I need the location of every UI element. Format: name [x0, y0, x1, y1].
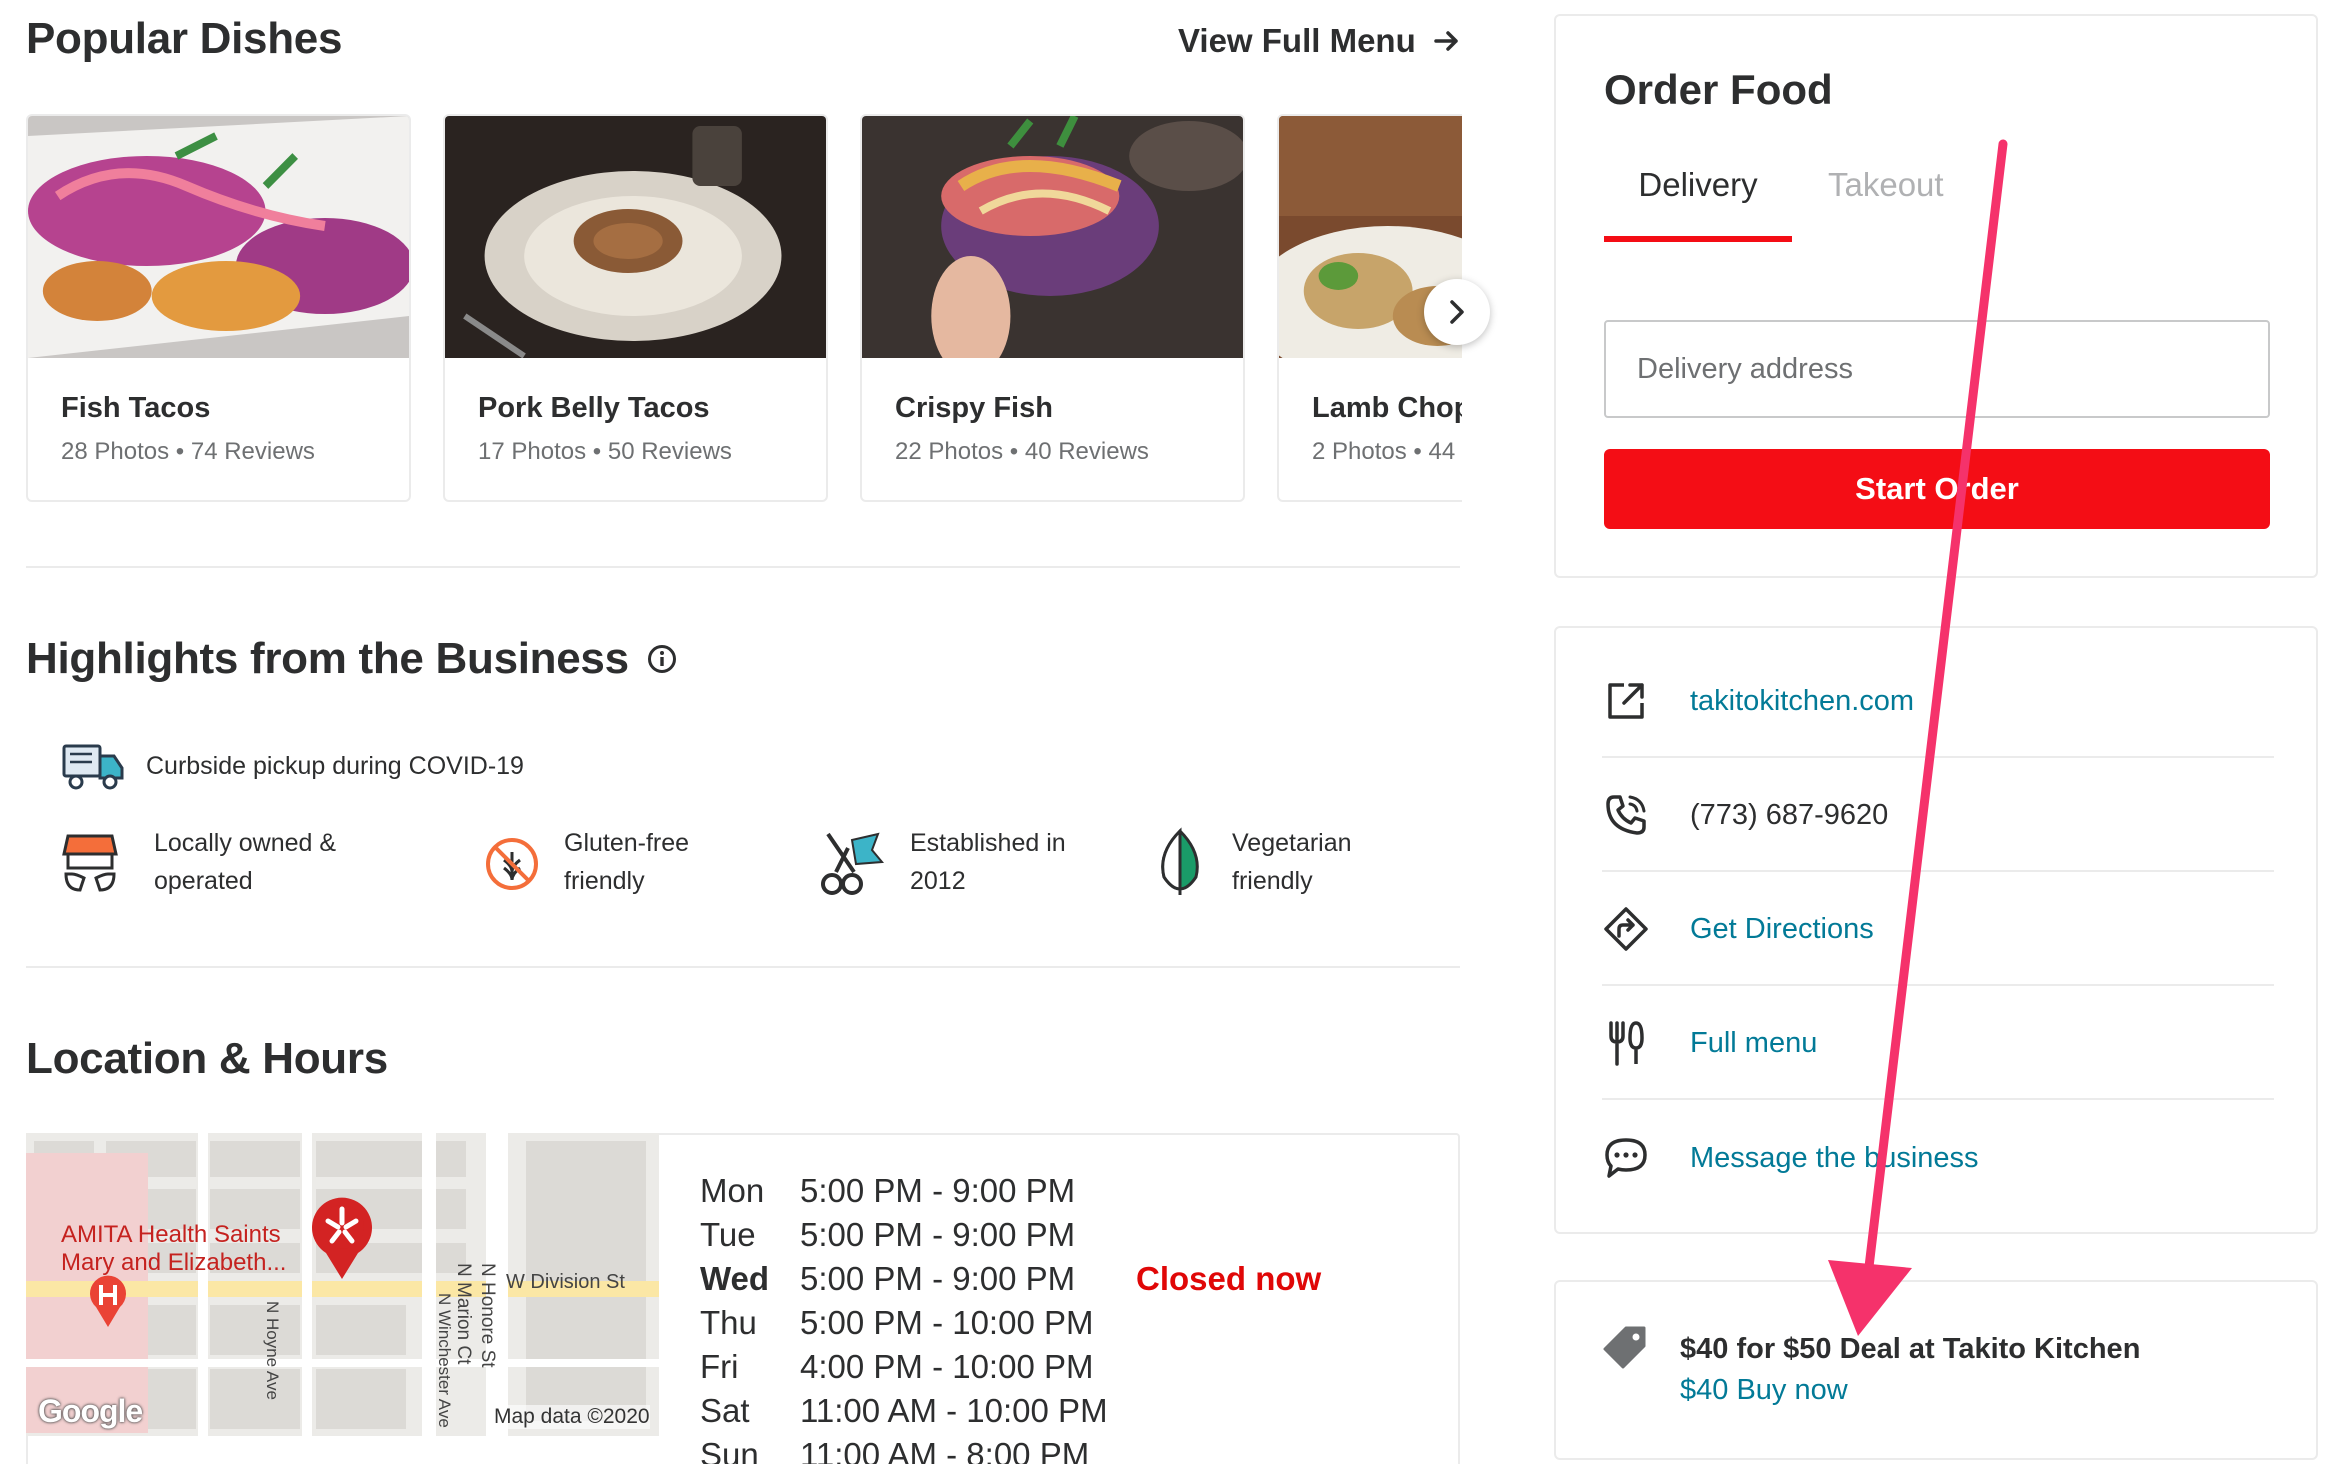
map-street-label: N Winchester Ave [435, 1293, 454, 1428]
phone-number[interactable]: (773) 687-9620 [1690, 799, 1888, 832]
full-menu-link[interactable]: Full menu [1690, 1027, 1817, 1060]
highlight-label: Vegetarian friendly [1232, 829, 1352, 895]
dish-name: Pork Belly Tacos [478, 392, 710, 424]
message-business-link[interactable]: Message the business [1690, 1142, 1979, 1175]
hours-day: Fri [700, 1348, 739, 1385]
hours-time: 11:00 AM - 10:00 PM [800, 1392, 1108, 1429]
hours-day: Mon [700, 1172, 765, 1209]
tab-delivery[interactable]: Delivery [1604, 166, 1792, 242]
dish-card[interactable]: Crispy Fish 22 Photos • 40 Reviews [860, 114, 1245, 502]
highlights-heading: Highlights from the Business [26, 634, 677, 684]
highlights-title: Highlights from the Business [26, 634, 629, 683]
dish-name: Fish Tacos [61, 392, 211, 424]
highlight-vegetarian: Vegetarian friendly [1154, 824, 1352, 900]
section-divider [26, 566, 1460, 568]
dish-photo [28, 116, 409, 358]
highlight-gluten-free: Gluten-free friendly [480, 824, 689, 900]
hospital-marker-icon [90, 1275, 126, 1327]
highlight-locally-owned: Locally owned & operated [60, 824, 336, 900]
dish-photo [862, 116, 1243, 358]
yelp-pin-icon [312, 1197, 372, 1279]
popular-dishes-carousel: Fish Tacos 28 Photos • 74 Reviews Pork B… [26, 114, 1462, 504]
phone-icon [1602, 791, 1650, 839]
highlight-label: Established in 2012 [910, 829, 1066, 895]
dish-meta: 22 Photos • 40 Reviews [895, 438, 1149, 465]
leaf-icon [1161, 827, 1199, 895]
carousel-next-button[interactable] [1424, 279, 1490, 345]
phone-row[interactable]: (773) 687-9620 [1602, 760, 2274, 872]
get-directions-link[interactable]: Get Directions [1690, 913, 1874, 946]
dish-card[interactable]: Pork Belly Tacos 17 Photos • 50 Reviews [443, 114, 828, 502]
hours-time: 5:00 PM - 9:00 PM [800, 1172, 1076, 1209]
hours-time: 11:00 AM - 8:00 PM [800, 1436, 1090, 1464]
directions-row[interactable]: Get Directions [1602, 874, 2274, 986]
hours-day: Thu [700, 1304, 757, 1341]
ribbon-scissors-icon [821, 832, 885, 895]
website-row[interactable]: takitokitchen.com [1602, 646, 2274, 758]
hours-day-today: Wed [700, 1260, 770, 1297]
highlight-label: Curbside pickup during COVID-19 [146, 752, 524, 780]
chevron-right-icon [1450, 300, 1464, 324]
truck-icon [62, 744, 124, 790]
dish-name: Crispy Fish [895, 392, 1053, 424]
info-icon[interactable] [647, 644, 677, 674]
arrow-right-icon [1434, 31, 1458, 51]
highlight-curbside: Curbside pickup during COVID-19 [60, 740, 524, 792]
hours-time: 5:00 PM - 9:00 PM [800, 1260, 1076, 1297]
hours-time: 4:00 PM - 10:00 PM [800, 1348, 1094, 1385]
hours-time: 5:00 PM - 10:00 PM [800, 1304, 1094, 1341]
speech-bubble-icon [1602, 1134, 1650, 1182]
map-street-label: N Marion Ct [453, 1263, 474, 1365]
message-row[interactable]: Message the business [1602, 1102, 2274, 1214]
map-place-label: AMITA Health Saints Mary and Elizabeth..… [61, 1221, 287, 1276]
google-logo: Google [38, 1393, 143, 1429]
deal-title[interactable]: $40 for $50 Deal at Takito Kitchen [1680, 1333, 2140, 1366]
deal-buy-link[interactable]: $40 Buy now [1680, 1374, 1848, 1407]
map[interactable]: AMITA Health Saints Mary and Elizabeth..… [26, 1133, 659, 1436]
dish-meta: 17 Photos • 50 Reviews [478, 438, 732, 465]
highlight-established: Established in 2012 [818, 824, 1066, 900]
tab-delivery-label: Delivery [1638, 166, 1758, 203]
storefront-hands-icon [62, 834, 118, 892]
map-street-label: N Hoyne Ave [263, 1301, 282, 1400]
dish-meta: 2 Photos • 44 Reviews [1312, 438, 1462, 465]
start-order-button[interactable]: Start Order [1604, 449, 2270, 529]
hours-day: Sun [700, 1436, 759, 1464]
hours-time: 5:00 PM - 9:00 PM [800, 1216, 1076, 1253]
open-status: Closed now [1136, 1260, 1322, 1297]
popular-dishes-heading: Popular Dishes [26, 14, 343, 63]
dish-name: Lamb Chop [1312, 392, 1462, 424]
tag-icon [1603, 1326, 1646, 1369]
delivery-address-placeholder: Delivery address [1637, 352, 1853, 385]
view-full-menu-link[interactable]: View Full Menu [1178, 22, 1460, 60]
deal-panel[interactable] [1554, 1280, 2318, 1460]
tab-takeout[interactable]: Takeout [1828, 166, 1944, 204]
gluten-free-icon [486, 838, 538, 890]
map-street-label: N Honore St [477, 1263, 498, 1368]
directions-icon [1602, 905, 1650, 953]
dish-photo [445, 116, 826, 358]
view-full-menu-label: View Full Menu [1178, 22, 1416, 59]
hours-day: Tue [700, 1216, 756, 1253]
external-link-icon [1602, 677, 1650, 725]
dish-card[interactable]: Fish Tacos 28 Photos • 74 Reviews [26, 114, 411, 502]
full-menu-row[interactable]: Full menu [1602, 988, 2274, 1100]
dish-meta: 28 Photos • 74 Reviews [61, 438, 315, 465]
tab-takeout-label: Takeout [1828, 166, 1944, 203]
highlight-label: Gluten-free friendly [564, 829, 690, 895]
map-attribution: Map data ©2020 [494, 1405, 650, 1429]
delivery-address-input[interactable]: Delivery address [1604, 320, 2270, 418]
highlight-label: Locally owned & operated [154, 829, 337, 895]
map-street-label: W Division St [506, 1271, 625, 1293]
hours-day: Sat [700, 1392, 750, 1429]
section-divider [26, 966, 1460, 968]
location-hours-heading: Location & Hours [26, 1034, 388, 1083]
utensils-icon [1602, 1019, 1650, 1067]
website-link[interactable]: takitokitchen.com [1690, 685, 1914, 718]
order-food-title: Order Food [1604, 66, 1833, 113]
